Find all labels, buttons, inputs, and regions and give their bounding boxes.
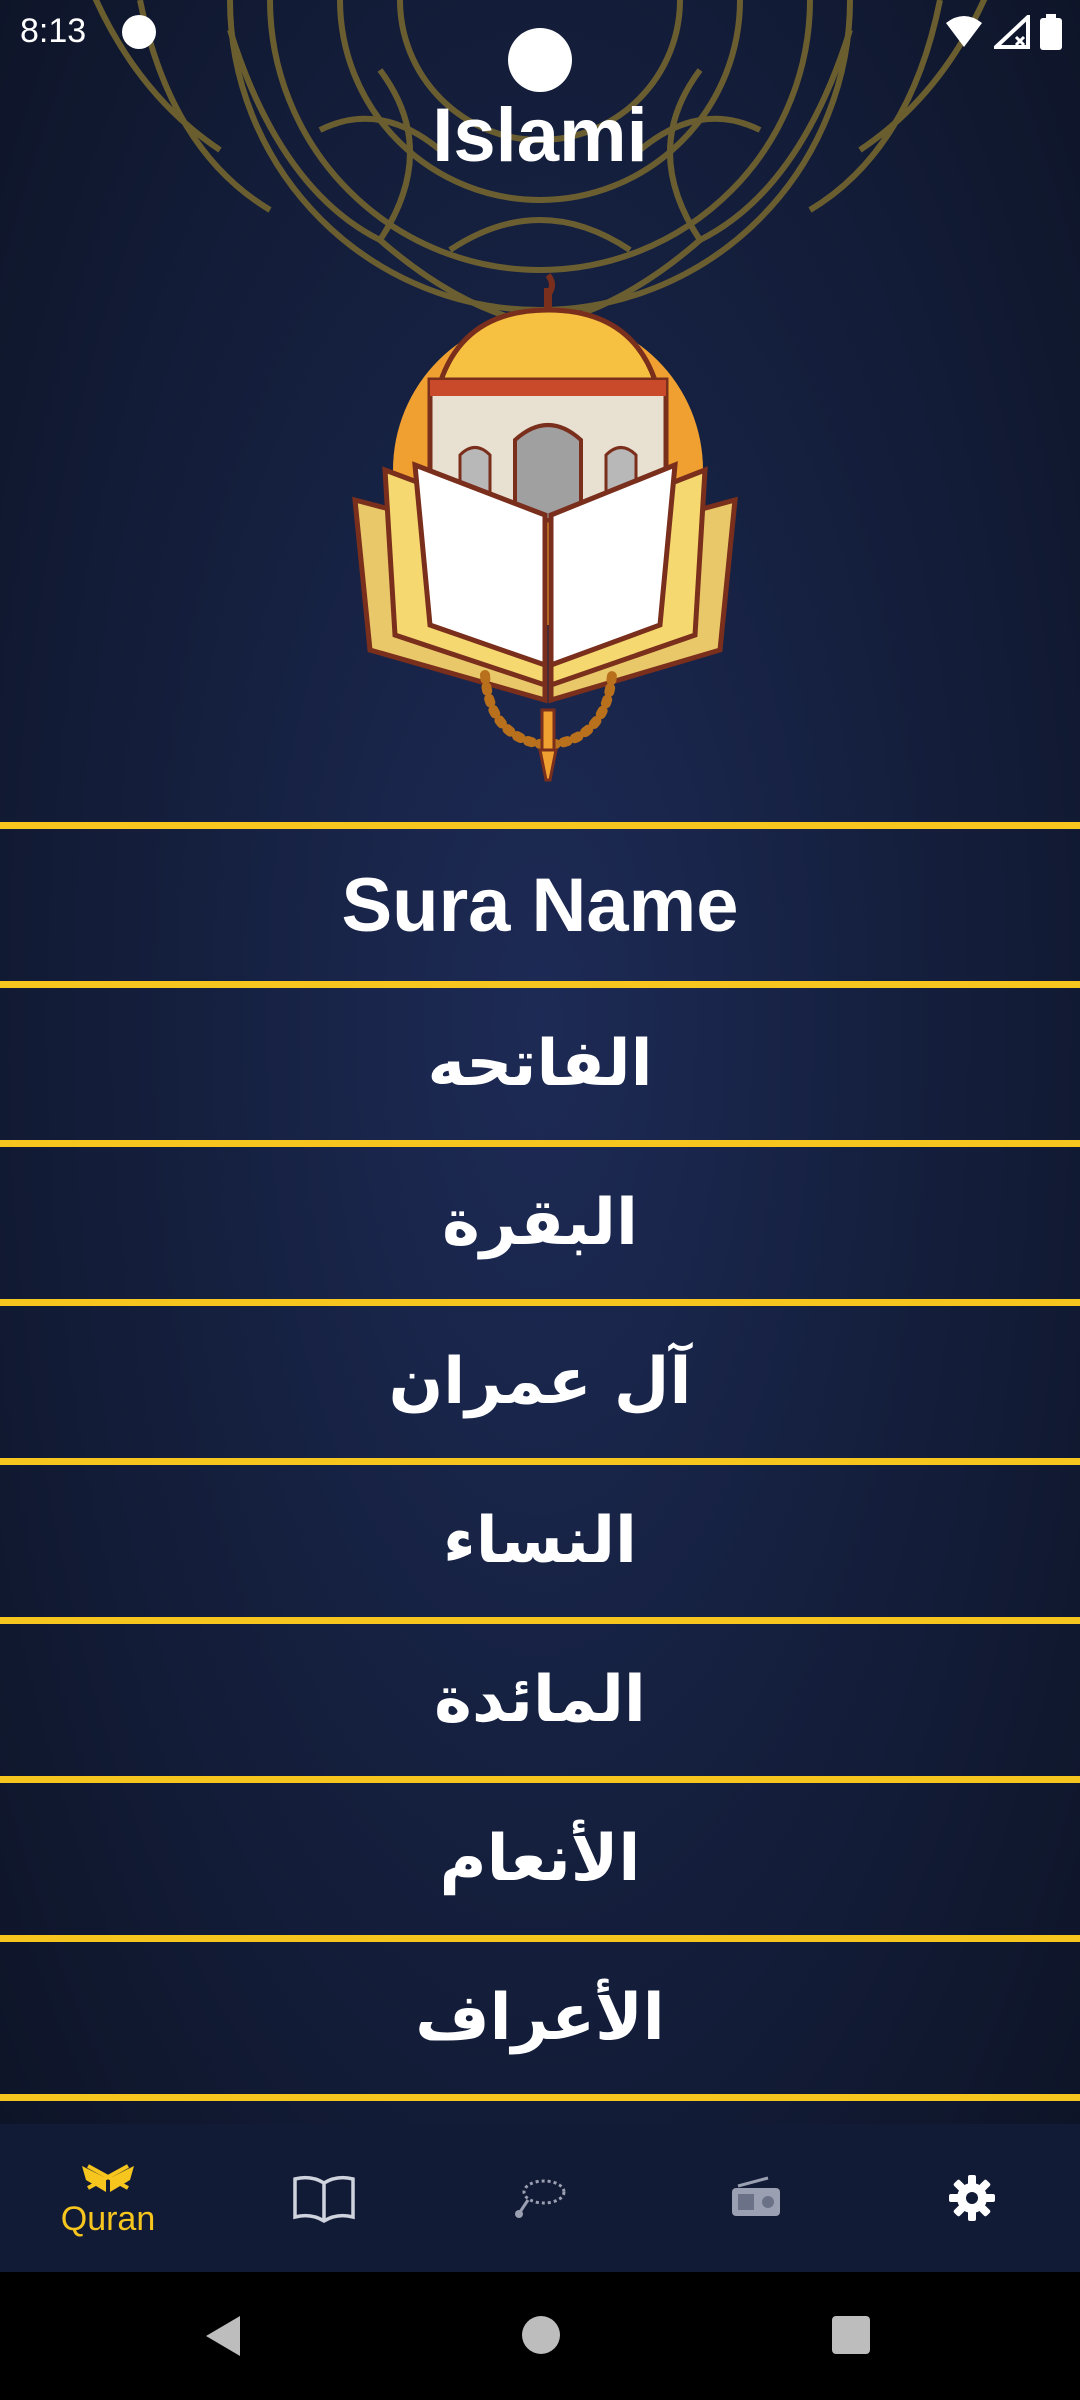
nav-tab-sebha[interactable] xyxy=(432,2124,648,2272)
app-title: Islami xyxy=(432,93,648,178)
sura-item[interactable]: البقرة xyxy=(0,1147,1080,1299)
status-icons xyxy=(944,14,1062,50)
nav-tab-radio[interactable] xyxy=(648,2124,864,2272)
divider xyxy=(0,1299,1080,1306)
recents-icon[interactable] xyxy=(830,2314,872,2356)
divider xyxy=(0,822,1080,829)
bottom-navigation: Quran xyxy=(0,2124,1080,2272)
back-icon[interactable] xyxy=(202,2314,246,2358)
signal-icon xyxy=(994,15,1030,49)
radio-icon xyxy=(732,2176,780,2216)
status-time: 8:13 xyxy=(20,12,87,50)
divider xyxy=(0,1935,1080,1942)
wifi-icon xyxy=(946,16,982,47)
divider xyxy=(0,2094,1080,2101)
divider xyxy=(0,1140,1080,1147)
quran-mosque-logo xyxy=(352,273,738,782)
nav-tab-settings[interactable] xyxy=(864,2124,1080,2272)
app-notification-icon xyxy=(122,15,156,49)
sura-list: Sura Name الفاتحه البقرة آل عمران النساء… xyxy=(0,822,1080,2101)
divider xyxy=(0,1776,1080,1783)
system-navigation-bar xyxy=(0,2272,1080,2400)
sura-item[interactable]: النساء xyxy=(0,1465,1080,1617)
divider xyxy=(0,981,1080,988)
divider xyxy=(0,1617,1080,1624)
sura-item[interactable]: المائدة xyxy=(0,1624,1080,1776)
nav-tab-hadith[interactable] xyxy=(216,2124,432,2272)
quran-screen: 8:13 Islami Sura Name الفاتحه البقرة آل … xyxy=(0,0,1080,2272)
camera-cutout xyxy=(508,28,572,92)
gear-icon xyxy=(949,2175,995,2221)
nav-label-quran: Quran xyxy=(60,2199,156,2238)
divider xyxy=(0,1458,1080,1465)
battery-icon xyxy=(1040,14,1062,50)
nav-tab-quran[interactable]: Quran xyxy=(0,2124,216,2272)
sebha-icon xyxy=(515,2179,566,2218)
book-icon xyxy=(293,2175,355,2223)
sura-item[interactable]: الأنعام xyxy=(0,1783,1080,1935)
quran-icon xyxy=(82,2163,134,2192)
sura-item[interactable]: الفاتحه xyxy=(0,988,1080,1140)
sura-item[interactable]: آل عمران xyxy=(0,1306,1080,1458)
home-icon[interactable] xyxy=(520,2314,562,2356)
sura-item[interactable]: الأعراف xyxy=(0,1942,1080,2094)
sura-name-header: Sura Name xyxy=(341,862,739,948)
